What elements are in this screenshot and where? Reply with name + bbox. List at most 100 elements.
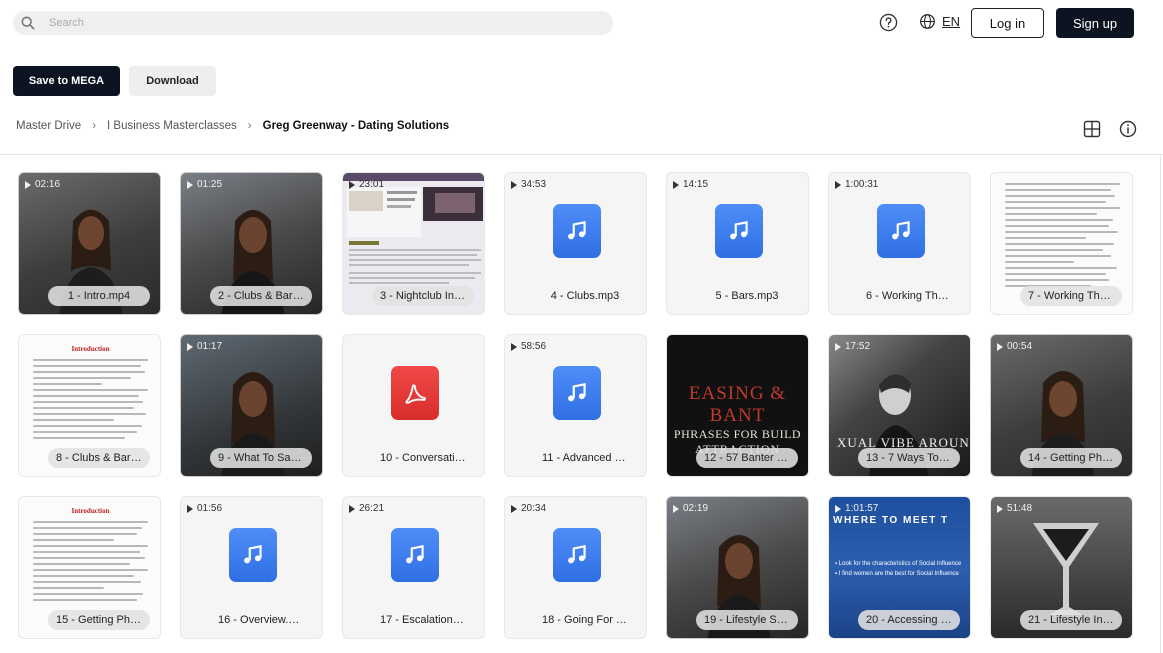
audio-file-icon — [553, 366, 601, 420]
play-icon — [835, 342, 841, 351]
file-tile[interactable]: 02:19 19 - Lifestyle Secret... — [666, 496, 809, 639]
file-tile[interactable]: 1:00:31 6 - Working The Ro... — [828, 172, 971, 315]
duration-badge: 02:19 — [673, 503, 708, 514]
file-name-text: 1 - Intro.mp4 — [67, 290, 131, 302]
file-name: 16 - Overview.mp3 — [210, 610, 312, 630]
thumbnail-text: EASING & BANT — [688, 383, 787, 426]
duration-text: 1:00:31 — [845, 179, 879, 190]
file-name-text: 12 - 57 Banter Lines... — [704, 452, 790, 464]
pdf-file-icon — [391, 366, 439, 420]
play-icon — [673, 180, 679, 189]
file-tile[interactable]: 01:17 9 - What To Say.mp4 — [180, 334, 323, 477]
duration-badge: 51:48 — [997, 503, 1032, 514]
document-heading: Introduction — [71, 345, 110, 353]
file-tile[interactable]: EASING & BANT PHRASES FOR BUILD ATTRACTI… — [666, 334, 809, 477]
breadcrumb-current: Greg Greenway - Dating Solutions — [262, 120, 450, 132]
thumbnail-text: I find women are the best for Social Inf… — [838, 571, 959, 577]
chevron-right-icon: › — [92, 120, 97, 132]
duration-badge: 01:25 — [187, 179, 222, 190]
duration-badge: 1:01:57 — [835, 503, 878, 514]
info-icon[interactable] — [1119, 120, 1137, 138]
breadcrumb-root[interactable]: Master Drive — [16, 120, 81, 132]
file-name: 3 - Nightclub Infiltra... — [372, 286, 474, 306]
play-icon — [835, 504, 841, 513]
file-name: 20 - Accessing Soci... — [858, 610, 960, 630]
duration-badge: 17:52 — [835, 341, 870, 352]
language-selector[interactable]: EN — [919, 13, 960, 30]
audio-file-icon — [715, 204, 763, 258]
audio-file-icon — [229, 528, 277, 582]
banter-thumbnail: EASING & BANT PHRASES FOR BUILD ATTRACTI… — [667, 383, 808, 457]
file-tile[interactable]: 23:01 3 - Nightclub Infiltra... — [342, 172, 485, 315]
duration-text: 01:56 — [197, 503, 223, 514]
content-edge — [1160, 154, 1161, 653]
play-icon — [187, 342, 193, 351]
duration-badge: 58:56 — [511, 341, 546, 352]
duration-text: 20:34 — [521, 503, 547, 514]
file-tile[interactable]: 20:34 18 - Going For The ... — [504, 496, 647, 639]
file-tile[interactable]: 02:16 1 - Intro.mp4 — [18, 172, 161, 315]
file-tile[interactable]: WHERE TO MEET T ▪ Look for the character… — [828, 496, 971, 639]
file-tile[interactable]: Introduction 8 - Clubs & Bars Sol... — [18, 334, 161, 477]
file-tile[interactable]: 01:56 16 - Overview.mp3 — [180, 496, 323, 639]
duration-badge: 1:00:31 — [835, 179, 878, 190]
duration-text: 34:53 — [521, 179, 547, 190]
file-tile[interactable]: 51:48 21 - Lifestyle Intervi... — [990, 496, 1133, 639]
login-button[interactable]: Log in — [971, 8, 1044, 38]
duration-text: 51:48 — [1007, 503, 1033, 514]
download-button[interactable]: Download — [129, 66, 216, 96]
breadcrumb-parent[interactable]: I Business Masterclasses — [107, 120, 237, 132]
file-tile[interactable]: 26:21 17 - Escalation.mp3 — [342, 496, 485, 639]
file-name: 21 - Lifestyle Intervi... — [1020, 610, 1122, 630]
duration-text: 17:52 — [845, 341, 871, 352]
duration-text: 26:21 — [359, 503, 385, 514]
file-name-text: 17 - Escalation.mp3 — [380, 614, 466, 626]
document-thumbnail: Introduction — [33, 345, 148, 443]
play-icon — [349, 180, 355, 189]
duration-text: 58:56 — [521, 341, 547, 352]
file-tile[interactable]: 7 - Working The Ro... — [990, 172, 1133, 315]
audio-file-icon — [877, 204, 925, 258]
grid-view-icon[interactable] — [1083, 120, 1101, 138]
play-icon — [511, 180, 517, 189]
duration-badge: 14:15 — [673, 179, 708, 190]
help-icon[interactable] — [879, 13, 898, 32]
file-name: 19 - Lifestyle Secret... — [696, 610, 798, 630]
play-icon — [673, 504, 679, 513]
chevron-right-icon: › — [247, 120, 252, 132]
play-icon — [187, 180, 193, 189]
duration-text: 23:01 — [359, 179, 385, 190]
file-tile[interactable]: XUAL VIBE AROUND H 17:52 13 - 7 Ways To … — [828, 334, 971, 477]
document-thumbnail: Introduction — [33, 507, 148, 605]
duration-text: 00:54 — [1007, 341, 1033, 352]
file-tile[interactable]: Introduction 15 - Getting Physica... — [18, 496, 161, 639]
save-to-mega-button[interactable]: Save to MEGA — [13, 66, 120, 96]
play-icon — [511, 504, 517, 513]
file-name: 13 - 7 Ways To Mak... — [858, 448, 960, 468]
file-tile[interactable]: 10 - Conversation D... — [342, 334, 485, 477]
language-code[interactable]: EN — [942, 14, 960, 29]
search-icon — [21, 16, 35, 30]
duration-badge: 26:21 — [349, 503, 384, 514]
file-tile[interactable]: 34:53 4 - Clubs.mp3 — [504, 172, 647, 315]
file-name: 4 - Clubs.mp3 — [534, 286, 636, 306]
duration-badge: 00:54 — [997, 341, 1032, 352]
file-name: 12 - 57 Banter Lines... — [696, 448, 798, 468]
file-name-text: 6 - Working The Ro... — [866, 290, 952, 302]
file-tile[interactable]: 58:56 11 - Advanced Bant... — [504, 334, 647, 477]
file-name-text: 11 - Advanced Bant... — [542, 452, 628, 464]
signup-button[interactable]: Sign up — [1056, 8, 1134, 38]
file-name: 5 - Bars.mp3 — [696, 286, 798, 306]
search-input[interactable] — [49, 17, 549, 29]
file-tile[interactable]: 01:25 2 - Clubs & Bars.mp4 — [180, 172, 323, 315]
file-tile[interactable]: 00:54 14 - Getting Physica... — [990, 334, 1133, 477]
file-tile[interactable]: 14:15 5 - Bars.mp3 — [666, 172, 809, 315]
file-grid: 02:16 1 - Intro.mp4 01:25 2 - Clubs & Ba… — [18, 172, 1133, 639]
breadcrumb: Master Drive › I Business Masterclasses … — [16, 120, 449, 132]
search-box[interactable] — [13, 11, 613, 35]
file-name: 15 - Getting Physica... — [48, 610, 150, 630]
file-name-text: 21 - Lifestyle Intervi... — [1028, 614, 1114, 626]
file-name-text: 13 - 7 Ways To Mak... — [866, 452, 952, 464]
duration-text: 1:01:57 — [845, 503, 879, 514]
header-divider — [0, 154, 1163, 155]
